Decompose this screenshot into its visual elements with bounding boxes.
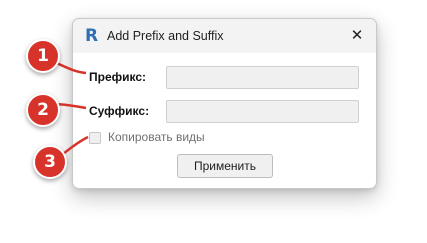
callout-1-arrow (53, 60, 87, 75)
callout-badge-3: 3 (33, 145, 67, 179)
callout-arrows (53, 60, 89, 159)
callout-badge-2: 2 (26, 93, 60, 127)
callout-badge-1: 1 (26, 39, 60, 73)
